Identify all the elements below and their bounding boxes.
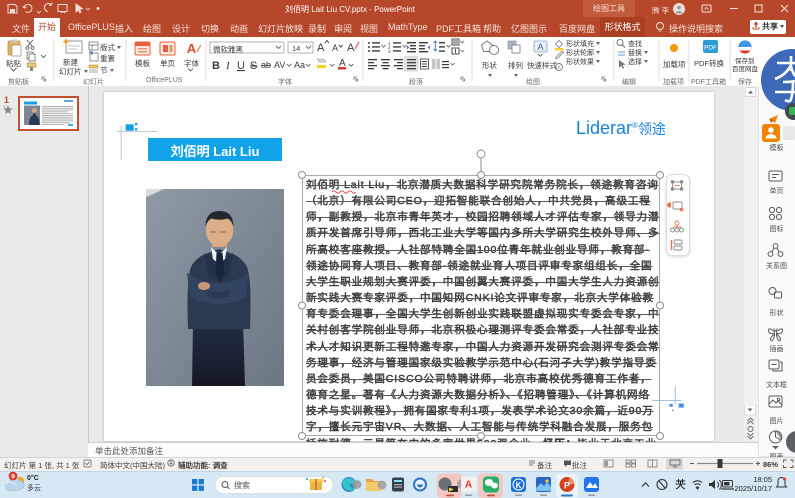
- svg-text:A: A: [465, 480, 472, 491]
- svg-text:K: K: [516, 481, 522, 490]
- svg-text:9: 9: [11, 474, 15, 481]
- svg-text:P: P: [564, 481, 570, 491]
